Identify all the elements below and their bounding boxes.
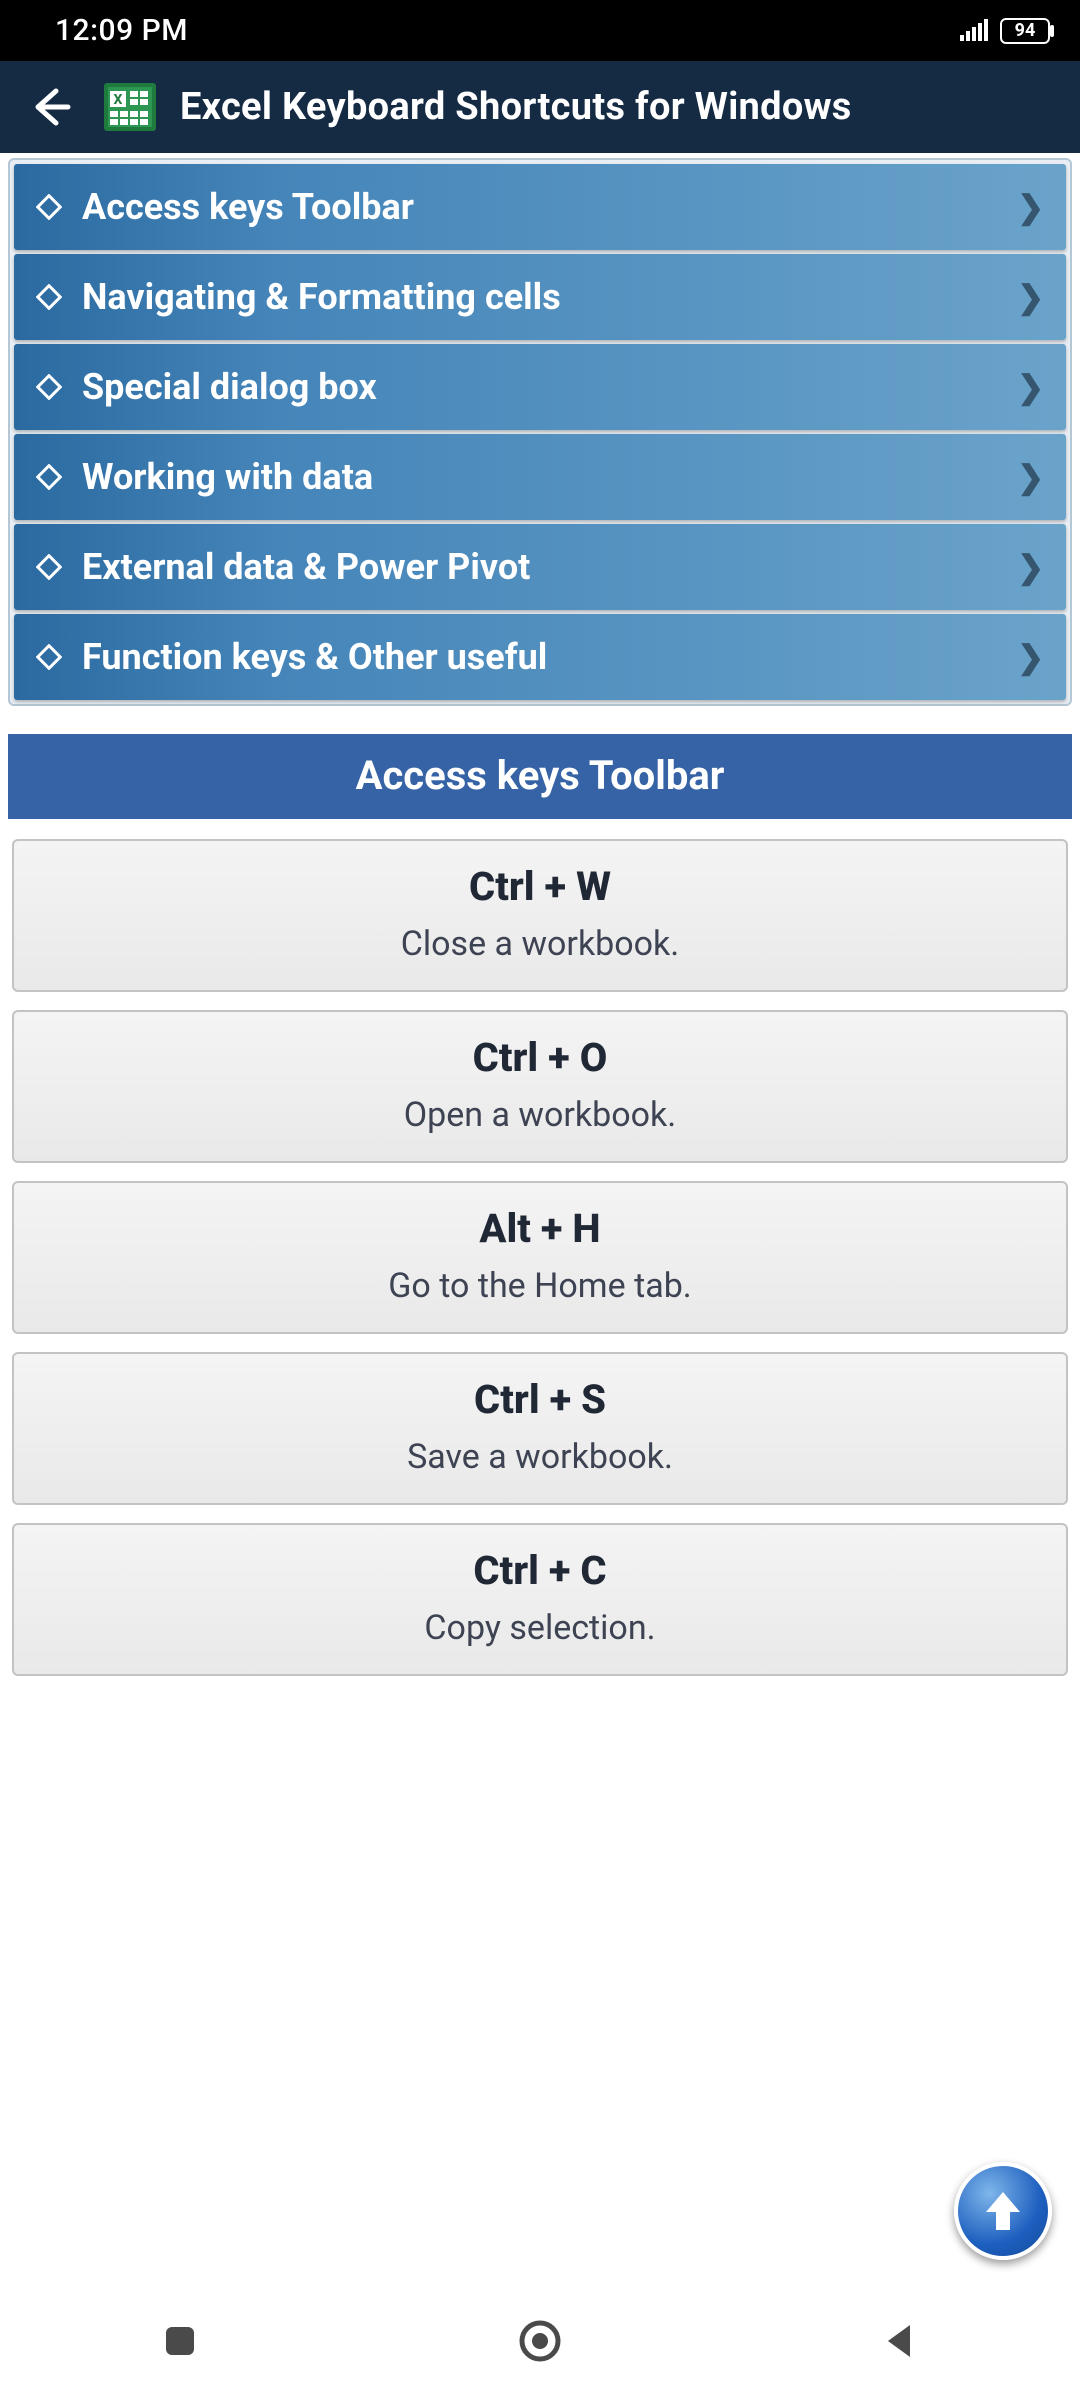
chevron-right-icon: ❯ — [1017, 368, 1044, 406]
category-label: Function keys & Other useful — [82, 636, 1017, 678]
chevron-right-icon: ❯ — [1017, 638, 1044, 676]
shortcut-desc: Copy selection. — [30, 1608, 1050, 1648]
diamond-icon — [36, 284, 62, 310]
shortcut-list: Ctrl + W Close a workbook. Ctrl + O Open… — [12, 839, 1068, 1676]
shortcut-desc: Open a workbook. — [30, 1095, 1050, 1135]
shortcut-key: Alt + H — [30, 1205, 1050, 1252]
chevron-right-icon: ❯ — [1017, 458, 1044, 496]
category-label: Access keys Toolbar — [82, 186, 1017, 228]
category-label: Special dialog box — [82, 366, 1017, 408]
shortcut-card[interactable]: Ctrl + S Save a workbook. — [12, 1352, 1068, 1505]
app-icon: X — [100, 77, 160, 137]
diamond-icon — [36, 464, 62, 490]
battery-level: 94 — [1000, 18, 1050, 44]
android-statusbar: 12:09 PM 94 — [0, 0, 1080, 61]
shortcut-key: Ctrl + C — [30, 1547, 1050, 1594]
category-label: Working with data — [82, 456, 1017, 498]
status-time: 12:09 PM — [55, 13, 188, 48]
shortcut-card[interactable]: Ctrl + W Close a workbook. — [12, 839, 1068, 992]
scroll-top-button[interactable] — [954, 2162, 1052, 2260]
android-navbar — [0, 2282, 1080, 2400]
category-item-external-data[interactable]: External data & Power Pivot ❯ — [14, 524, 1066, 610]
category-label: External data & Power Pivot — [82, 546, 1017, 588]
diamond-icon — [36, 554, 62, 580]
diamond-icon — [36, 194, 62, 220]
status-right-icons: 94 — [960, 17, 1050, 45]
appbar-title: Excel Keyboard Shortcuts for Windows — [180, 85, 852, 129]
arrow-up-icon — [976, 2184, 1030, 2238]
chevron-right-icon: ❯ — [1017, 548, 1044, 586]
section-header: Access keys Toolbar — [8, 734, 1072, 819]
nav-recent-button[interactable] — [120, 2306, 240, 2376]
shortcut-key: Ctrl + O — [30, 1034, 1050, 1081]
shortcut-card[interactable]: Alt + H Go to the Home tab. — [12, 1181, 1068, 1334]
shortcut-key: Ctrl + S — [30, 1376, 1050, 1423]
diamond-icon — [36, 374, 62, 400]
shortcut-card[interactable]: Ctrl + O Open a workbook. — [12, 1010, 1068, 1163]
signal-icon — [960, 17, 990, 45]
chevron-right-icon: ❯ — [1017, 188, 1044, 226]
category-item-function-keys[interactable]: Function keys & Other useful ❯ — [14, 614, 1066, 700]
shortcut-desc: Save a workbook. — [30, 1437, 1050, 1477]
category-label: Navigating & Formatting cells — [82, 276, 1017, 318]
diamond-icon — [36, 644, 62, 670]
category-item-access-keys[interactable]: Access keys Toolbar ❯ — [14, 164, 1066, 250]
nav-back-button[interactable] — [840, 2306, 960, 2376]
back-button[interactable] — [20, 77, 80, 137]
category-item-navigating[interactable]: Navigating & Formatting cells ❯ — [14, 254, 1066, 340]
svg-text:X: X — [114, 92, 123, 108]
battery-icon: 94 — [1000, 18, 1050, 44]
appbar: X Excel Keyboard Shortcuts for Windows — [0, 61, 1080, 153]
category-item-special-dialog[interactable]: Special dialog box ❯ — [14, 344, 1066, 430]
shortcut-card[interactable]: Ctrl + C Copy selection. — [12, 1523, 1068, 1676]
shortcut-desc: Close a workbook. — [30, 924, 1050, 964]
category-item-working-data[interactable]: Working with data ❯ — [14, 434, 1066, 520]
nav-home-button[interactable] — [480, 2306, 600, 2376]
chevron-right-icon: ❯ — [1017, 278, 1044, 316]
shortcut-key: Ctrl + W — [30, 863, 1050, 910]
shortcut-desc: Go to the Home tab. — [30, 1266, 1050, 1306]
category-list: Access keys Toolbar ❯ Navigating & Forma… — [8, 158, 1072, 706]
